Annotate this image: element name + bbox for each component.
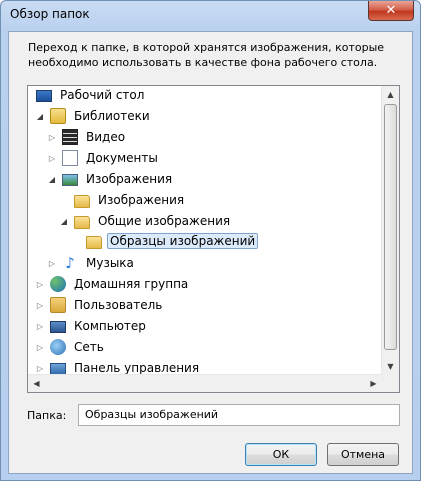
cancel-button[interactable]: Отмена — [327, 443, 399, 466]
horizontal-scrollbar[interactable]: ◀ ▶ — [28, 374, 382, 392]
homegroup-icon — [50, 276, 66, 292]
expand-open-icon[interactable]: ◢ — [59, 216, 69, 226]
tree-item-label: Документы — [86, 151, 158, 165]
tree-item-computer[interactable]: ▷ Компьютер — [35, 317, 149, 335]
vertical-scroll-thumb[interactable] — [384, 104, 397, 350]
tree-item-documents[interactable]: ▷ Документы — [47, 149, 161, 167]
computer-icon — [50, 320, 66, 333]
folder-label: Папка: — [27, 409, 67, 422]
expand-closed-icon[interactable]: ▷ — [47, 153, 57, 163]
tree-item-label: Музыка — [86, 256, 134, 270]
tree-item-label: Сеть — [74, 340, 104, 354]
tree-item-music[interactable]: ▷ ♪ Музыка — [47, 254, 137, 272]
tree-item-user[interactable]: ▷ Пользователь — [35, 296, 165, 314]
scroll-right-arrow-icon[interactable]: ▶ — [365, 375, 382, 392]
expand-closed-icon[interactable]: ▷ — [47, 258, 57, 268]
folder-open-icon — [86, 235, 102, 249]
instruction-text: Переход к папке, в которой хранятся изоб… — [28, 41, 385, 69]
expand-closed-icon[interactable]: ▷ — [35, 279, 45, 289]
tree-item-label: Рабочий стол — [60, 88, 145, 102]
close-button[interactable]: ✕ — [368, 1, 414, 21]
tree-item-pictures[interactable]: ◢ Изображения — [47, 170, 175, 188]
expand-closed-icon[interactable]: ▷ — [35, 300, 45, 310]
user-folder-icon — [50, 297, 66, 313]
pictures-library-icon — [62, 174, 78, 186]
folder-name-field[interactable]: Образцы изображений — [78, 404, 400, 426]
expand-closed-icon[interactable]: ▷ — [35, 363, 45, 373]
tree-item-desktop[interactable]: Рабочий стол — [36, 86, 147, 104]
scrollbar-corner — [382, 375, 399, 392]
music-library-icon: ♪ — [65, 254, 75, 272]
folder-icon — [74, 194, 90, 208]
vertical-scrollbar[interactable]: ▲ ▼ — [381, 86, 399, 375]
expand-closed-icon[interactable]: ▷ — [35, 321, 45, 331]
folder-icon — [74, 215, 90, 229]
tree-item-sample-pictures[interactable]: Образцы изображений — [86, 232, 259, 250]
scroll-left-arrow-icon[interactable]: ◀ — [28, 375, 45, 392]
video-library-icon — [62, 129, 78, 145]
tree-item-label: Компьютер — [74, 319, 146, 333]
browse-folder-dialog: Обзор папок ✕ Переход к папке, в которой… — [0, 0, 421, 481]
window-title: Обзор папок — [10, 7, 90, 21]
scroll-up-arrow-icon[interactable]: ▲ — [382, 86, 399, 103]
folder-tree[interactable]: Рабочий стол ◢ Библиотеки ▷ Видео ▷ Доку… — [27, 85, 400, 393]
tree-item-label: Пользователь — [74, 298, 163, 312]
tree-item-label: Изображения — [98, 193, 185, 207]
expand-open-icon[interactable]: ◢ — [35, 111, 45, 121]
expand-closed-icon[interactable]: ▷ — [47, 132, 57, 142]
tree-item-network[interactable]: ▷ Сеть — [35, 338, 107, 356]
tree-item-label: Видео — [86, 130, 126, 144]
tree-item-label: Библиотеки — [74, 109, 150, 123]
tree-item-video[interactable]: ▷ Видео — [47, 128, 128, 146]
expand-closed-icon[interactable]: ▷ — [35, 342, 45, 352]
tree-item-label: Изображения — [86, 172, 173, 186]
ok-button[interactable]: ОК — [245, 443, 317, 466]
close-icon: ✕ — [385, 3, 397, 18]
tree-item-label: Общие изображения — [98, 214, 231, 228]
tree-item-label: Образцы изображений — [107, 233, 259, 249]
tree-item-homegroup[interactable]: ▷ Домашняя группа — [35, 275, 191, 293]
libraries-icon — [50, 108, 66, 124]
desktop-icon — [36, 90, 52, 102]
documents-library-icon — [62, 150, 78, 166]
scroll-down-arrow-icon[interactable]: ▼ — [382, 358, 399, 375]
tree-item-public-pictures[interactable]: ◢ Общие изображения — [59, 212, 233, 230]
network-icon — [50, 339, 66, 355]
tree-item-libraries[interactable]: ◢ Библиотеки — [35, 107, 153, 125]
tree-item-my-pictures[interactable]: Изображения — [74, 191, 187, 209]
title-bar[interactable]: Обзор папок ✕ — [1, 1, 420, 31]
tree-item-label: Домашняя группа — [74, 277, 189, 291]
dialog-content: Переход к папке, в которой хранятся изоб… — [8, 31, 413, 474]
expand-open-icon[interactable]: ◢ — [47, 174, 57, 184]
